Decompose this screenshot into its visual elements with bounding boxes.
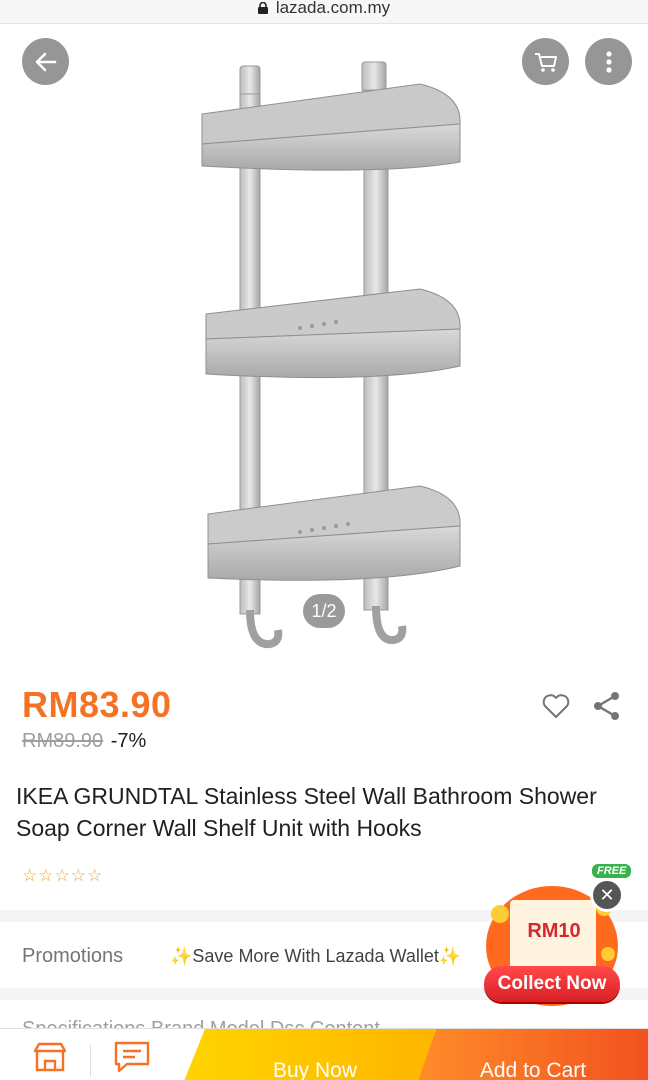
price-block: RM83.90 RM89.90 -7% <box>22 684 172 753</box>
star-icon: ☆ <box>54 866 70 885</box>
share-icon[interactable] <box>592 690 622 722</box>
more-vertical-icon <box>605 50 612 73</box>
coupon-amount: RM10 <box>527 920 581 942</box>
promotions-text: ✨Save More With Lazada Wallet✨ <box>170 945 462 966</box>
cart-button[interactable] <box>522 38 569 85</box>
more-options-button[interactable] <box>585 38 632 85</box>
back-button[interactable] <box>22 38 69 85</box>
browser-url-bar[interactable]: lazada.com.my <box>0 0 648 24</box>
coupon-widget[interactable]: FREE ✕ RM10 Collect Now <box>480 858 632 1018</box>
star-icon: ☆ <box>38 866 54 885</box>
rating-stars[interactable]: ☆ ☆ ☆ ☆ ☆ <box>22 866 102 886</box>
product-title: IKEA GRUNDTAL Stainless Steel Wall Bathr… <box>16 783 597 841</box>
cart-icon <box>534 52 557 72</box>
store-button[interactable] <box>26 1037 74 1077</box>
product-image <box>201 61 461 649</box>
star-icon: ☆ <box>22 866 38 885</box>
chat-button[interactable] <box>108 1037 156 1077</box>
free-tag: FREE <box>592 864 632 878</box>
bottom-action-bar: Buy Now Add to Cart <box>0 1028 648 1080</box>
product-image-gallery[interactable]: 1/2 <box>0 24 648 666</box>
current-price: RM83.90 <box>22 684 172 725</box>
discount-percent: -7% <box>110 730 147 752</box>
bar-separator <box>90 1045 91 1077</box>
close-icon: ✕ <box>599 884 615 905</box>
buy-now-label: Buy Now <box>272 1059 358 1080</box>
chat-icon <box>114 1041 150 1073</box>
promotions-label: Promotions <box>22 944 124 967</box>
original-price: RM89.90 <box>22 730 104 752</box>
lock-icon <box>257 1 268 14</box>
original-price-row: RM89.90 -7% <box>22 730 172 753</box>
back-arrow-icon <box>35 52 56 71</box>
close-coupon-button[interactable]: ✕ <box>590 878 624 912</box>
url-text: lazada.com.my <box>275 0 391 17</box>
star-icon: ☆ <box>87 866 103 885</box>
star-icon: ☆ <box>70 866 86 885</box>
buy-now-button[interactable]: Buy Now <box>184 1029 446 1080</box>
store-icon <box>33 1042 67 1072</box>
collect-now-button[interactable]: Collect Now <box>484 966 620 1002</box>
add-to-cart-label: Add to Cart <box>479 1059 587 1080</box>
add-to-cart-button[interactable]: Add to Cart <box>418 1029 648 1080</box>
heart-icon[interactable] <box>541 692 571 720</box>
image-page-indicator: 1/2 <box>303 594 345 628</box>
